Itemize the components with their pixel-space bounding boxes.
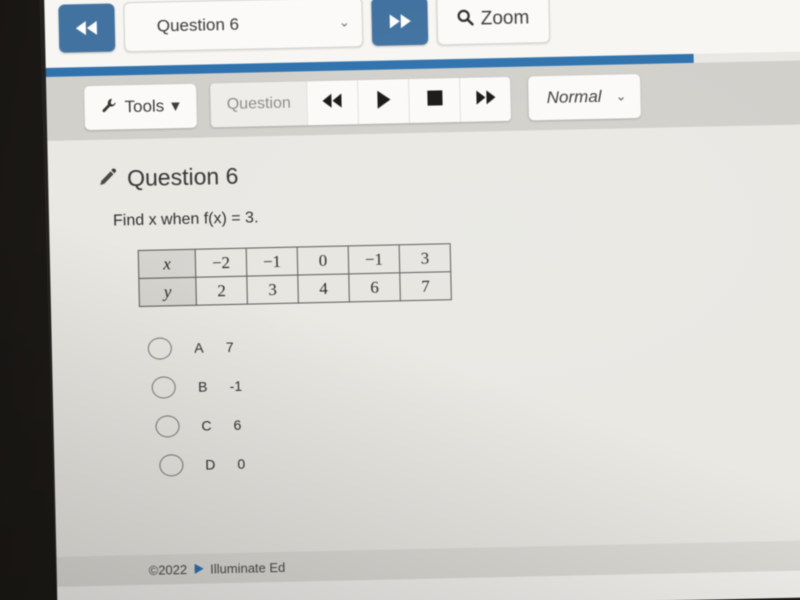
value-table: x −2 −1 0 −1 3 y 2 3 4 6 7: [137, 243, 452, 308]
table-row-header: x: [138, 249, 196, 279]
next-question-button[interactable]: [371, 0, 429, 46]
play-icon: [376, 90, 392, 113]
answer-choice-letter: A: [193, 339, 204, 356]
browser-screen: Question 6 ⌄ Zoom Tools ▾ Question Norma…: [44, 0, 800, 600]
answer-choice-list: A 7 B -1 C 6 D 0: [147, 314, 800, 485]
radio-button-b[interactable]: [151, 375, 176, 399]
rewind-button[interactable]: [306, 80, 359, 126]
table-cell: −2: [195, 248, 247, 278]
playback-speed-select[interactable]: Normal ⌄: [528, 74, 641, 121]
question-select[interactable]: Question 6 ⌄: [123, 0, 364, 53]
table-cell: 0: [297, 245, 349, 276]
answer-choice-value: 7: [225, 338, 234, 355]
audio-player-controls: Question: [210, 76, 512, 128]
answer-choice-value: 0: [237, 455, 246, 472]
answer-choice-letter: B: [197, 378, 208, 395]
caret-down-icon: ▾: [171, 96, 180, 116]
stop-button[interactable]: [408, 77, 461, 124]
chevron-down-icon: ⌄: [615, 88, 627, 104]
playback-speed-value: Normal: [546, 86, 602, 108]
next-icon: [387, 13, 413, 30]
table-cell: −1: [246, 247, 298, 277]
zoom-button-label: Zoom: [480, 7, 530, 30]
brand-logo-icon: [194, 563, 204, 574]
rewind-icon: [322, 93, 344, 112]
pencil-icon: [98, 165, 119, 192]
photo-of-laptop-screen: Question 6 ⌄ Zoom Tools ▾ Question Norma…: [0, 0, 800, 600]
brand-name: Illuminate Ed: [209, 559, 286, 577]
table-cell: 2: [195, 276, 248, 306]
question-prompt: Find x when f(x) = 3.: [112, 209, 259, 230]
chevron-down-icon: ⌄: [338, 14, 350, 30]
table-cell: 3: [246, 275, 299, 305]
answer-choice-value: -1: [229, 377, 243, 394]
table-cell: 3: [399, 243, 451, 273]
answer-choice-value: 6: [233, 416, 242, 433]
footer: ©2022 Illuminate Ed: [56, 537, 800, 587]
question-content-panel: Question 6 Find x when f(x) = 3. x −2 −1 0−…: [47, 123, 800, 587]
fast-forward-icon: [475, 89, 497, 109]
answer-choice-letter: D: [205, 455, 216, 473]
question-heading: Question 6: [98, 150, 800, 193]
prev-icon: [74, 20, 100, 37]
table-cell: 6: [348, 272, 401, 302]
search-icon: [457, 8, 474, 31]
stop-icon: [427, 90, 443, 110]
question-select-value: Question 6: [156, 14, 240, 36]
wrench-icon: [101, 97, 117, 118]
table-row-header: y: [138, 277, 197, 307]
page-title: Question 6: [126, 162, 239, 192]
answer-choice-letter: C: [201, 416, 212, 434]
tools-button[interactable]: Tools ▾: [84, 83, 198, 131]
radio-button-d[interactable]: [159, 453, 184, 477]
zoom-button[interactable]: Zoom: [436, 0, 550, 46]
table-row: y23467: [138, 271, 452, 307]
table-cell: −1: [348, 244, 400, 274]
radio-button-c[interactable]: [155, 414, 180, 438]
copyright-text: ©2022: [148, 561, 188, 578]
table-cell: 4: [297, 273, 350, 304]
radio-button-a[interactable]: [147, 336, 173, 360]
tools-button-label: Tools: [124, 96, 165, 117]
play-button[interactable]: [357, 79, 410, 125]
previous-question-button[interactable]: [58, 3, 116, 53]
fast-forward-button[interactable]: [459, 76, 512, 122]
player-label: Question: [210, 81, 308, 128]
table-cell: 7: [399, 271, 452, 301]
